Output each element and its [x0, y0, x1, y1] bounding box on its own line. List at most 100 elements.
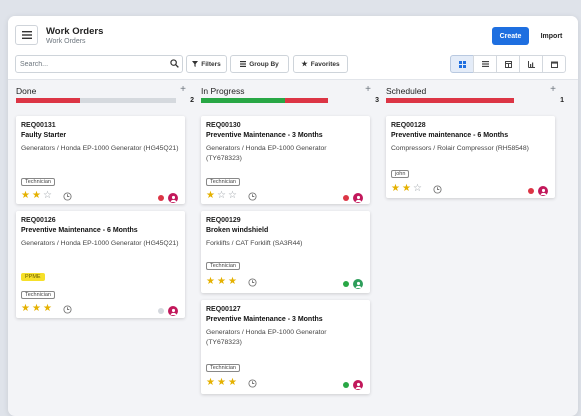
- star-icon[interactable]: ★: [206, 277, 215, 287]
- status-dot[interactable]: [528, 188, 534, 194]
- app-window: Work Orders Work Orders Create Import Fi…: [8, 16, 578, 416]
- kanban-card[interactable]: REQ00130 Preventive Maintenance - 3 Mont…: [201, 116, 370, 204]
- calendar-grid-view-button[interactable]: [496, 55, 520, 73]
- menu-toggle-button[interactable]: [15, 25, 38, 45]
- card-tag: Technician: [21, 178, 55, 186]
- column-count: 2: [190, 97, 194, 104]
- progress-segment[interactable]: [284, 98, 328, 103]
- clock-icon[interactable]: [63, 192, 72, 201]
- priority-stars[interactable]: ★ ★ ☆: [21, 191, 52, 201]
- card-tag: john: [391, 170, 410, 178]
- star-icon[interactable]: ★: [228, 378, 237, 388]
- star-icon[interactable]: ★: [217, 277, 226, 287]
- kanban-card[interactable]: REQ00126 Preventive Maintenance - 6 Mont…: [16, 211, 185, 318]
- priority-stars[interactable]: ★ ☆ ☆: [206, 191, 237, 201]
- star-icon[interactable]: ★: [228, 277, 237, 287]
- priority-stars[interactable]: ★ ★ ★: [21, 304, 52, 314]
- card-tag: Technician: [206, 178, 240, 186]
- priority-stars[interactable]: ★ ★ ☆: [391, 184, 422, 194]
- card-title: Broken windshield: [206, 227, 269, 234]
- list-view-button[interactable]: [473, 55, 497, 73]
- list-icon: [481, 61, 489, 67]
- kanban-view-button[interactable]: [450, 55, 474, 73]
- column-progress-bar[interactable]: [201, 98, 328, 103]
- clock-icon[interactable]: [248, 278, 257, 287]
- favorites-button[interactable]: ★ Favorites: [293, 55, 348, 73]
- kanban-card[interactable]: REQ00131 Faulty Starter Generators / Hon…: [16, 116, 185, 204]
- star-outline-icon[interactable]: ☆: [228, 191, 237, 201]
- plus-icon[interactable]: +: [550, 84, 556, 95]
- star-icon: ★: [301, 61, 308, 68]
- card-title: Preventive Maintenance - 3 Months: [206, 132, 323, 139]
- create-button[interactable]: Create: [492, 27, 529, 45]
- plus-icon[interactable]: +: [365, 84, 371, 95]
- priority-stars[interactable]: ★ ★ ★: [206, 378, 237, 388]
- clock-icon[interactable]: [248, 379, 257, 388]
- group-by-label: Group By: [249, 60, 279, 68]
- status-dot[interactable]: [343, 195, 349, 201]
- breadcrumb[interactable]: Work Orders: [46, 38, 86, 45]
- hamburger-icon: [21, 31, 32, 39]
- card-reference: REQ00130: [206, 122, 241, 129]
- search-box: [15, 55, 183, 73]
- star-icon[interactable]: ★: [217, 378, 226, 388]
- card-equipment: Generators / Honda EP-1000 Generator (HG…: [21, 240, 179, 247]
- card-reference: REQ00127: [206, 306, 241, 313]
- star-icon[interactable]: ★: [402, 184, 411, 194]
- column-progress-bar[interactable]: [386, 98, 546, 103]
- progress-segment[interactable]: [16, 98, 80, 103]
- avatar[interactable]: [353, 193, 363, 203]
- star-icon[interactable]: ★: [21, 304, 30, 314]
- graph-view-button[interactable]: [519, 55, 543, 73]
- progress-segment[interactable]: [80, 98, 176, 103]
- import-button[interactable]: Import: [533, 27, 570, 45]
- filters-button[interactable]: Filters: [186, 55, 227, 73]
- card-equipment: Generators / Honda EP-1000 Generator (HG…: [21, 145, 179, 152]
- star-icon[interactable]: ★: [21, 191, 30, 201]
- star-icon[interactable]: ★: [32, 191, 41, 201]
- kanban-column-done: Done + 2 REQ00131 Faulty Starter Generat…: [16, 80, 194, 416]
- clock-icon[interactable]: [248, 192, 257, 201]
- group-by-button[interactable]: Group By: [230, 55, 289, 73]
- star-outline-icon[interactable]: ☆: [217, 191, 226, 201]
- avatar[interactable]: [538, 186, 548, 196]
- kanban-card[interactable]: REQ00127 Preventive Maintenance - 3 Mont…: [201, 300, 370, 394]
- status-dot[interactable]: [158, 308, 164, 314]
- status-dot[interactable]: [343, 281, 349, 287]
- card-tag: Technician: [206, 364, 240, 372]
- priority-stars[interactable]: ★ ★ ★: [206, 277, 237, 287]
- search-input[interactable]: [20, 58, 165, 70]
- list-bars-icon: [240, 61, 247, 67]
- star-outline-icon[interactable]: ☆: [413, 184, 422, 194]
- avatar[interactable]: [353, 380, 363, 390]
- kanban-card[interactable]: REQ00128 Preventive maintenance - 6 Mont…: [386, 116, 555, 198]
- avatar[interactable]: [168, 193, 178, 203]
- avatar[interactable]: [168, 306, 178, 316]
- star-icon[interactable]: ★: [43, 304, 52, 314]
- star-icon[interactable]: ★: [32, 304, 41, 314]
- search-icon[interactable]: [170, 59, 179, 70]
- card-equipment: Compressors / Rolair Compressor (RH58548…: [391, 145, 529, 152]
- star-icon[interactable]: ★: [391, 184, 400, 194]
- kanban-card[interactable]: REQ00129 Broken windshield Forklifts / C…: [201, 211, 370, 293]
- clock-icon[interactable]: [63, 305, 72, 314]
- column-progress-bar[interactable]: [16, 98, 176, 103]
- plus-icon[interactable]: +: [180, 84, 186, 95]
- card-reference: REQ00126: [21, 217, 56, 224]
- star-icon[interactable]: ★: [206, 191, 215, 201]
- column-header: In Progress +: [201, 84, 371, 98]
- progress-segment[interactable]: [514, 98, 546, 103]
- column-title: Scheduled: [386, 86, 427, 96]
- kanban-column-scheduled: Scheduled + 1 REQ00128 Preventive mainte…: [386, 80, 564, 416]
- status-dot[interactable]: [343, 382, 349, 388]
- star-icon[interactable]: ★: [206, 378, 215, 388]
- kanban-icon: [458, 60, 466, 68]
- star-outline-icon[interactable]: ☆: [43, 191, 52, 201]
- card-title: Faulty Starter: [21, 132, 67, 139]
- status-dot[interactable]: [158, 195, 164, 201]
- progress-segment[interactable]: [201, 98, 285, 103]
- avatar[interactable]: [353, 279, 363, 289]
- clock-icon[interactable]: [433, 185, 442, 194]
- progress-segment[interactable]: [386, 98, 514, 103]
- calendar-view-button[interactable]: [542, 55, 566, 73]
